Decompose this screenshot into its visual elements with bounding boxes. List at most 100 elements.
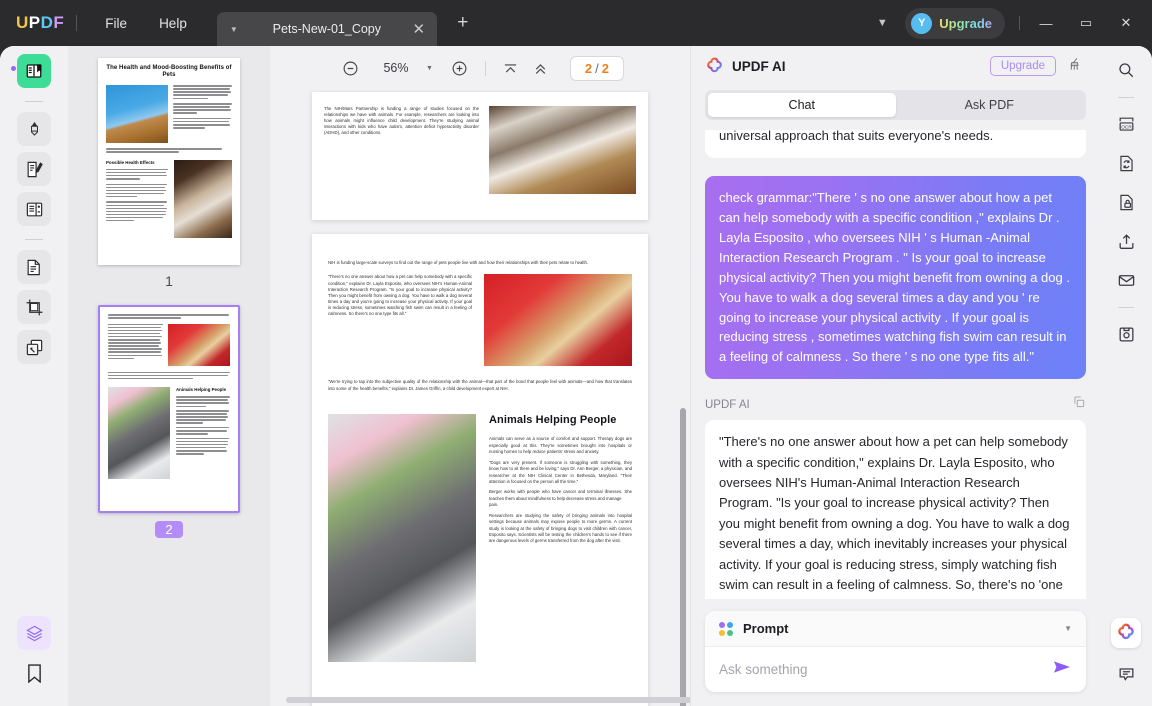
sidebar-item-compress[interactable] [17, 330, 51, 364]
ai-tab-bar: Chat Ask PDF [705, 90, 1086, 120]
document-page-2: NIH is funding large-scale surveys to fi… [312, 234, 648, 706]
chevron-down-icon[interactable]: ▼ [1064, 624, 1072, 633]
plus-icon[interactable]: + [451, 12, 475, 34]
ai-response-bubble: "There's no one answer about how a pet c… [705, 420, 1086, 599]
tool-email[interactable] [1110, 264, 1142, 296]
tool-save[interactable] [1110, 318, 1142, 350]
document-scroll-area[interactable]: The NIH/Mars Partnership is funding a ra… [270, 90, 690, 706]
status-dot [11, 66, 16, 71]
avatar: Y [911, 12, 933, 34]
sidebar-item-page-copy[interactable] [17, 250, 51, 284]
app-logo: UPDF [16, 13, 65, 32]
paragraph-surveys: NIH is funding large-scale surveys to fi… [328, 260, 589, 265]
tab-dropdown-icon[interactable]: ▼ [223, 18, 245, 40]
horizontal-scrollbar[interactable] [286, 697, 690, 703]
sidebar-item-bookmarks[interactable] [17, 656, 51, 690]
tool-convert[interactable] [1110, 147, 1142, 179]
paragraph-esposito: "There's no one answer about how a pet c… [328, 274, 472, 316]
ask-something-input[interactable] [719, 662, 1052, 677]
section-heading-animals-helping: Animals Helping People [489, 414, 617, 427]
ai-conversation[interactable]: swim can induce a sense of calmness. The… [691, 130, 1100, 599]
minus-circle-icon[interactable] [336, 53, 366, 83]
sidebar-item-crop[interactable] [17, 290, 51, 324]
right-toolbar: OCR [1100, 46, 1152, 706]
maximize-icon[interactable]: ▭ [1066, 8, 1106, 38]
ai-upgrade-button[interactable]: Upgrade [989, 56, 1056, 76]
ai-panel-title: UPDF AI [732, 58, 786, 74]
book-reader-icon [26, 64, 42, 78]
document-toolbar: 56% ▼ 2 / 2 [270, 46, 690, 90]
prev-page-icon[interactable] [526, 53, 556, 83]
save-floppy-icon [1119, 327, 1133, 341]
close-icon[interactable]: ✕ [409, 20, 429, 38]
divider [25, 239, 43, 240]
thumb-title: The Health and Mood-Boosting Benefits of… [106, 65, 232, 79]
share-upload-icon [1119, 233, 1133, 249]
tab-chat[interactable]: Chat [708, 93, 896, 117]
vertical-scrollbar[interactable] [680, 408, 686, 706]
photo-dogs-in-costumes [168, 323, 230, 366]
tool-protect[interactable] [1110, 186, 1142, 218]
tool-comment[interactable] [1110, 658, 1142, 690]
thumbnail-number-selected: 2 [155, 521, 183, 538]
divider [1118, 97, 1134, 98]
page-indicator[interactable]: 2 / 2 [569, 55, 625, 81]
document-page-top: The NIH/Mars Partnership is funding a ra… [312, 92, 648, 220]
chevron-down-icon[interactable]: ▼ [426, 65, 433, 72]
sidebar-item-highlighter[interactable] [17, 112, 51, 146]
sidebar-item-layers[interactable] [17, 616, 51, 650]
page-thumbnail-1[interactable]: The Health and Mood-Boosting Benefits of… [98, 58, 240, 265]
prompt-box: Prompt ▼ [705, 611, 1086, 692]
chevron-down-icon[interactable]: ▼ [867, 17, 897, 29]
sidebar-item-organize[interactable] [17, 192, 51, 226]
tool-share[interactable] [1110, 225, 1142, 257]
total-pages: 2 [601, 60, 610, 76]
tool-ocr[interactable]: OCR [1110, 108, 1142, 140]
broom-icon[interactable] [1062, 56, 1088, 77]
prompt-input-row [705, 647, 1086, 692]
ocr-icon: OCR [1119, 117, 1133, 131]
previous-answer-bubble: swim can induce a sense of calmness. The… [705, 130, 1086, 159]
menu-help[interactable]: Help [143, 10, 203, 37]
upgrade-button[interactable]: Y Upgrade [905, 7, 1005, 39]
ai-panel-header: UPDF AI Upgrade [691, 46, 1100, 86]
plus-circle-icon[interactable] [445, 53, 475, 83]
sidebar-item-edit[interactable] [17, 152, 51, 186]
copy-page-icon [27, 259, 40, 275]
photo-grey-cat-with-tulips [108, 387, 170, 480]
thumbnail-item[interactable]: Animals Helping People 2 [68, 305, 270, 546]
photo-dog-and-cat [174, 159, 232, 238]
menu-file[interactable]: File [89, 10, 143, 37]
page-thumbnail-2[interactable]: Animals Helping People [98, 305, 240, 513]
thumb-section-label: Possible Health Effects [106, 159, 155, 165]
first-page-icon[interactable] [496, 53, 526, 83]
sidebar-item-reader[interactable] [17, 54, 51, 88]
divider [1118, 307, 1134, 308]
thumbnail-item[interactable]: The Health and Mood-Boosting Benefits of… [68, 58, 270, 305]
document-tab[interactable]: ▼ Pets-New-01_Copy ✕ [216, 12, 437, 46]
updf-ai-icon [1118, 623, 1134, 640]
copy-icon[interactable] [1072, 395, 1086, 414]
ai-response-header: UPDF AI [705, 395, 1086, 414]
user-message-bubble: check grammar:"There ' s no one answer a… [705, 176, 1086, 380]
title-bar: UPDF File Help ▼ Pets-New-01_Copy ✕ + ▼ … [0, 0, 1152, 46]
tab-ask-pdf[interactable]: Ask PDF [896, 93, 1084, 117]
divider [76, 15, 78, 31]
paragraph-ah-3b: pain. [489, 502, 499, 508]
paragraph-griffin: "We're trying to tap into the subjective… [328, 379, 632, 391]
updf-ai-icon [707, 57, 722, 72]
tool-updf-ai[interactable] [1111, 618, 1141, 648]
minimize-icon[interactable]: — [1026, 8, 1066, 38]
paragraph-nih-mars: The NIH/Mars Partnership is funding a ra… [324, 106, 479, 136]
send-arrow-icon[interactable] [1052, 659, 1072, 680]
window-close-icon[interactable]: ✕ [1106, 8, 1146, 38]
paragraph-ah-1: Animals can serve as a source of comfort… [489, 436, 632, 455]
search-icon [1119, 63, 1134, 78]
document-viewer: 56% ▼ 2 / 2 The NIH/Mars Partnership is … [270, 46, 690, 706]
tool-search[interactable] [1110, 54, 1142, 86]
prompt-header[interactable]: Prompt ▼ [705, 611, 1086, 647]
page-thumbnails-panel[interactable]: The Health and Mood-Boosting Benefits of… [68, 46, 270, 706]
divider [25, 101, 43, 102]
thumbnail-number: 1 [165, 273, 173, 289]
paragraph-ah-3: Berger works with people who have cancer… [489, 489, 632, 501]
